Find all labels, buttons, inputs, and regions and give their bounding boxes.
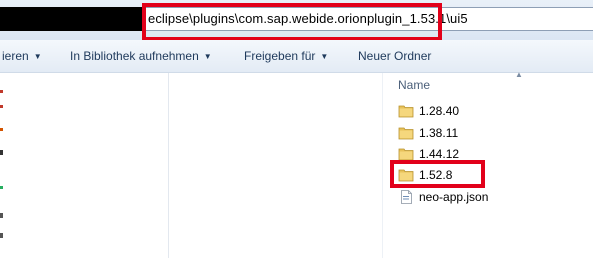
explorer-window: eclipse\plugins\com.sap.webide.orionplug… xyxy=(0,0,593,258)
column-divider xyxy=(382,73,383,258)
share-with-label: Freigeben für xyxy=(244,49,316,63)
pane-divider[interactable] xyxy=(168,73,169,258)
nav-item-marker xyxy=(0,233,3,238)
chevron-down-icon: ▼ xyxy=(203,52,212,61)
file-name: neo-app.json xyxy=(419,190,489,204)
address-highlight-box xyxy=(142,3,442,41)
share-with-button[interactable]: Freigeben für ▼ xyxy=(244,49,328,63)
navigation-pane[interactable] xyxy=(0,73,168,258)
new-folder-button[interactable]: Neuer Ordner xyxy=(358,49,431,63)
organize-label: ieren xyxy=(2,49,29,63)
nav-item-marker xyxy=(0,128,3,131)
nav-item-marker xyxy=(0,150,3,155)
nav-item-marker xyxy=(0,213,3,218)
folder-icon xyxy=(398,105,414,118)
nav-item-marker xyxy=(0,90,3,93)
new-folder-label: Neuer Ordner xyxy=(358,49,432,63)
folder-name: 1.38.11 xyxy=(419,126,459,140)
redacted-address-segment xyxy=(0,7,146,31)
include-in-library-label: In Bibliothek aufnehmen xyxy=(70,49,199,63)
chevron-down-icon: ▼ xyxy=(33,52,42,61)
nav-item-marker xyxy=(0,105,3,108)
nav-item-marker xyxy=(0,186,3,189)
folder-name: 1.44.12 xyxy=(419,147,460,161)
organize-button[interactable]: ieren ▼ xyxy=(2,49,42,63)
column-header-name[interactable]: Name xyxy=(398,78,430,92)
include-in-library-button[interactable]: In Bibliothek aufnehmen ▼ xyxy=(70,49,212,63)
folder-icon xyxy=(398,148,414,161)
json-file-icon xyxy=(401,190,412,204)
folder-highlight-box xyxy=(390,160,485,188)
folder-name: 1.28.40 xyxy=(419,104,460,118)
chevron-down-icon: ▼ xyxy=(320,52,329,61)
folder-icon xyxy=(398,127,414,140)
sort-ascending-icon: ▲ xyxy=(515,70,523,79)
